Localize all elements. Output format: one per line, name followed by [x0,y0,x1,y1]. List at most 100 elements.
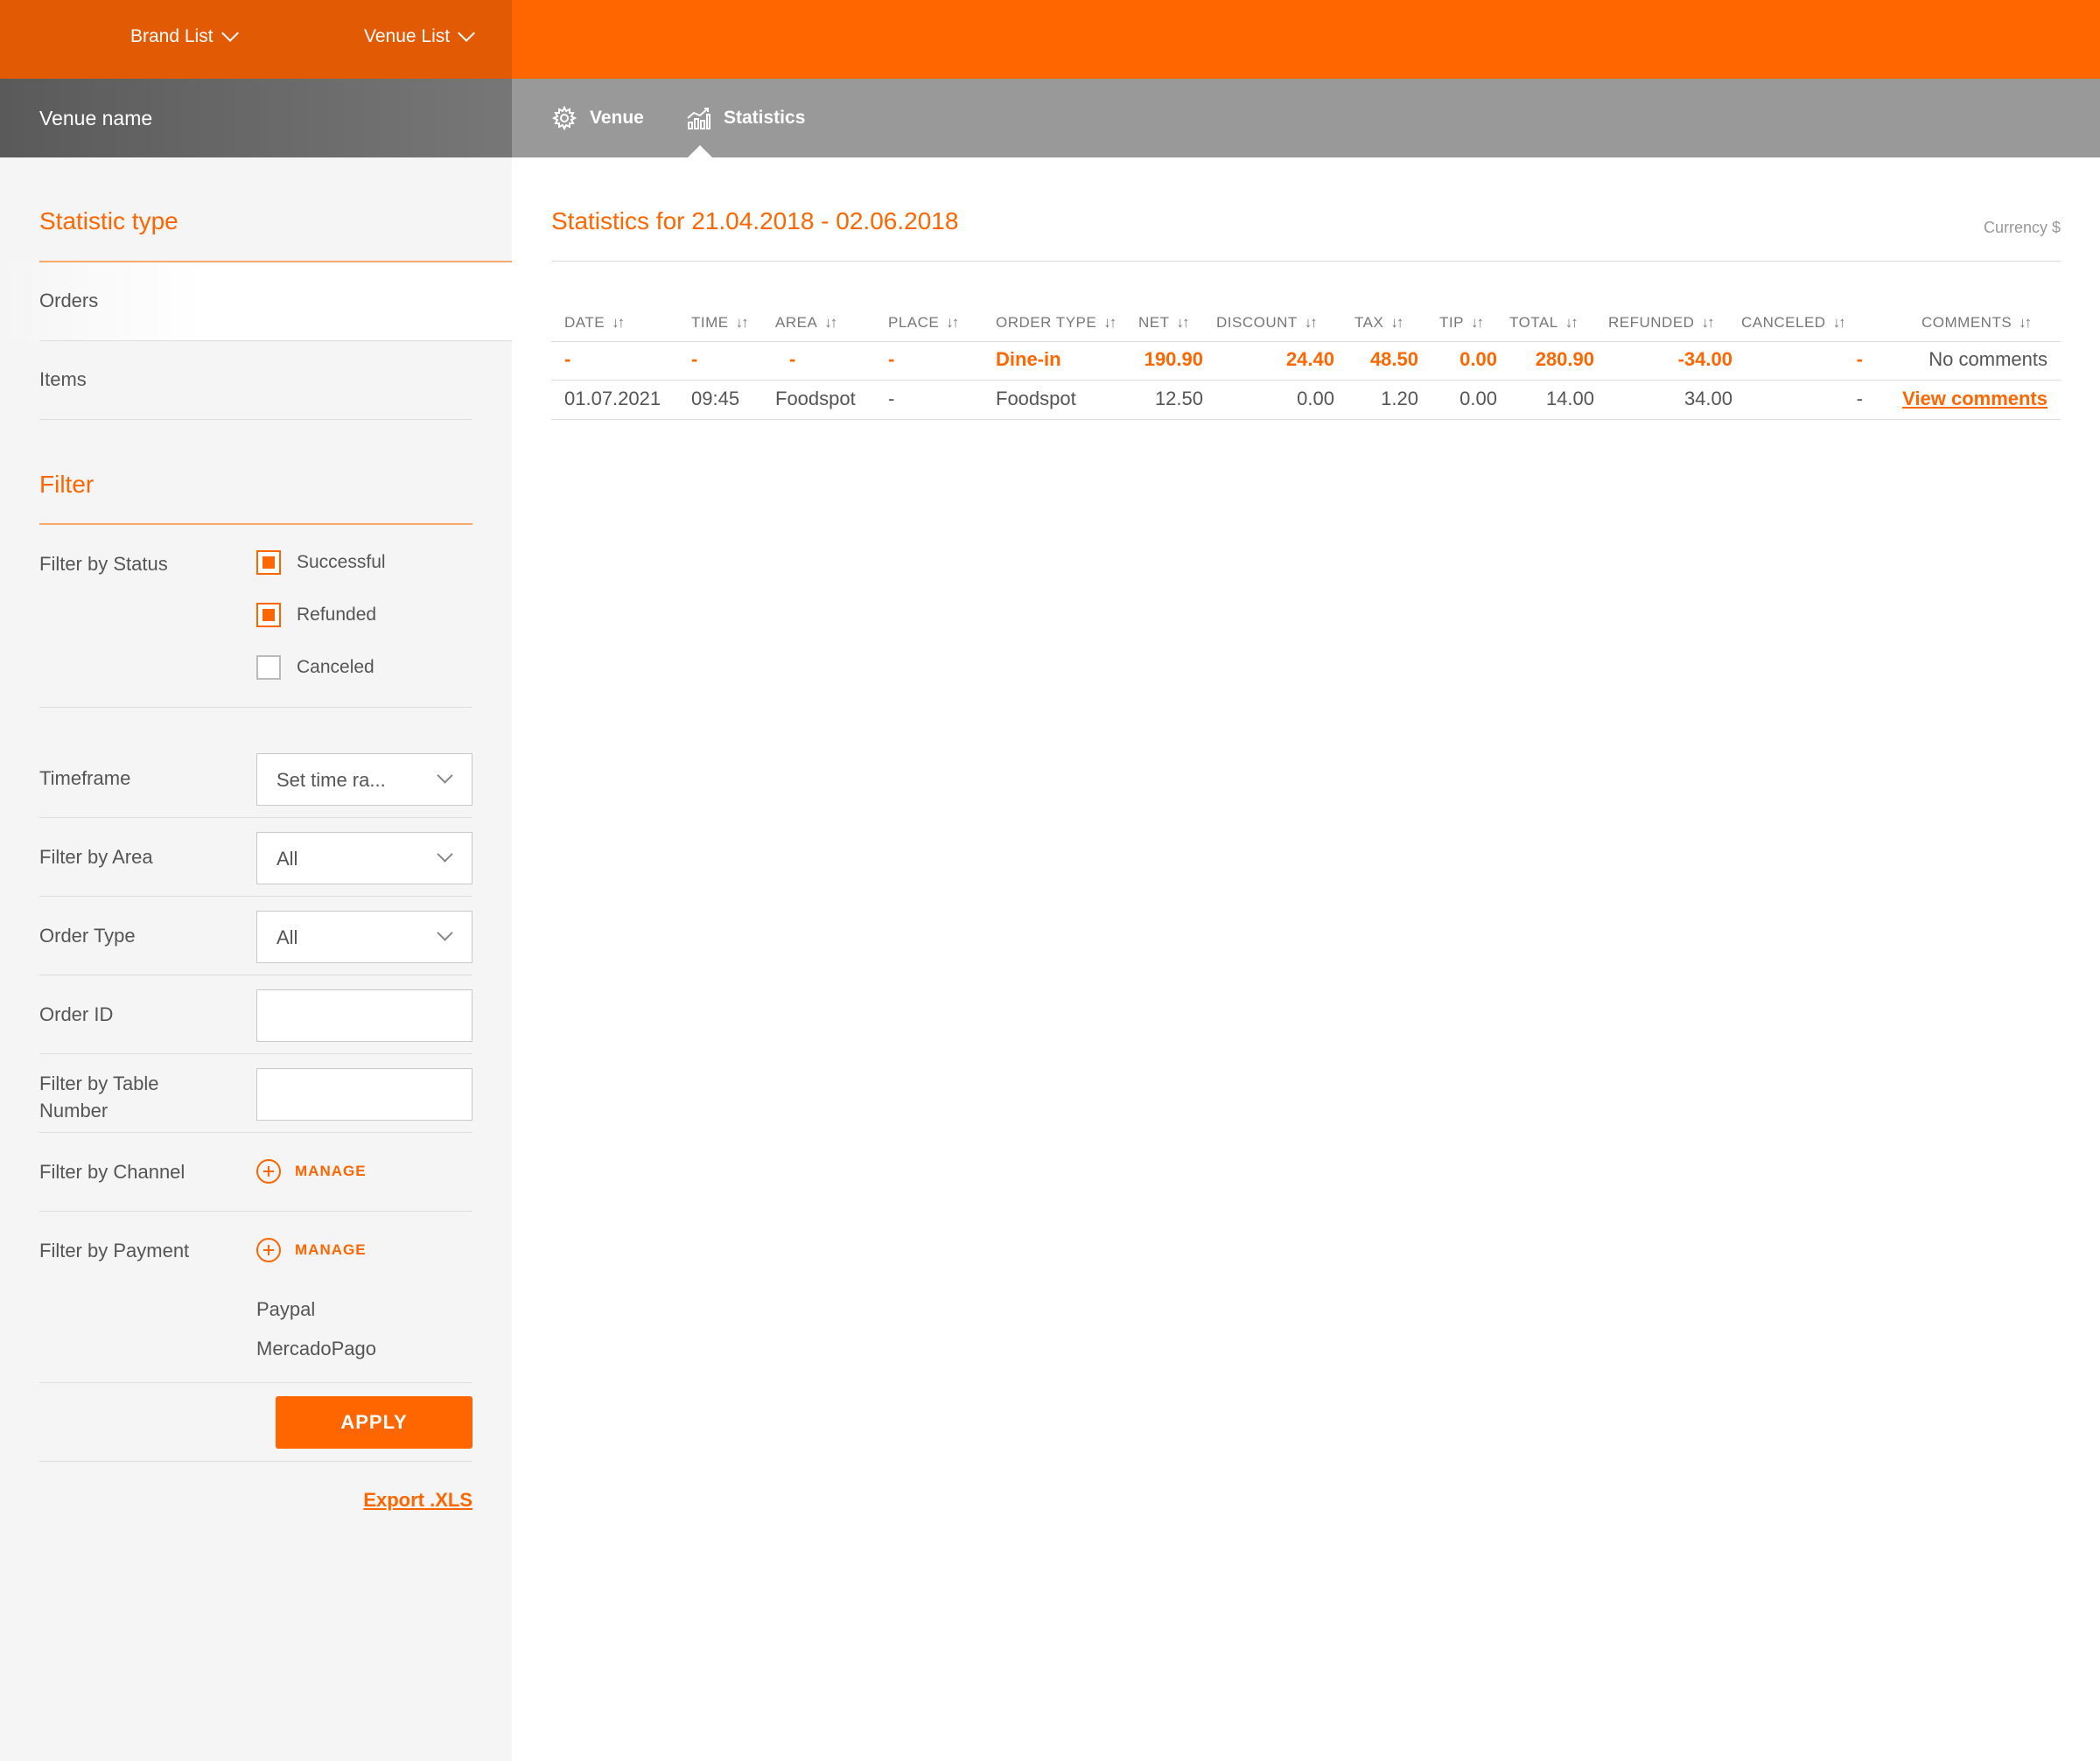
chevron-down-icon [437,846,453,863]
column-header-label: REFUNDED [1608,314,1695,331]
venue-bar: Venue name [0,79,512,157]
active-tab-pointer [688,145,712,157]
timeframe-select[interactable]: Set time ra... [256,753,472,806]
divider [39,817,472,818]
column-header-order-type[interactable]: ORDER TYPE ↓↑ [996,314,1116,332]
column-header-total[interactable]: TOTAL ↓↑ [1509,314,1578,332]
sidebar: Statistic type Orders Items Filter Filte… [0,157,512,1761]
status-refunded-checkbox[interactable]: Refunded [256,603,376,627]
column-header-date[interactable]: DATE ↓↑ [564,314,625,332]
cell-date: - [564,348,571,370]
cell-tax: 1.20 [1381,388,1418,409]
divider [551,380,2061,381]
status-successful-checkbox[interactable]: Successful [256,550,386,575]
column-header-place[interactable]: PLACE ↓↑ [888,314,959,332]
column-header-refunded[interactable]: REFUNDED ↓↑ [1608,314,1714,332]
channel-filter-label: Filter by Channel [39,1161,186,1183]
cell-net: 190.90 [1144,348,1203,370]
tab-bar: Venue Statistics [512,79,2100,157]
column-header-label: PLACE [888,314,940,331]
divider [39,707,472,708]
column-header-canceled[interactable]: CANCELED ↓↑ [1741,314,1846,332]
divider [39,1382,472,1383]
column-header-label: NET [1138,314,1170,331]
status-refunded-label: Refunded [297,604,377,625]
page-title: Statistics for 21.04.2018 - 02.06.2018 [551,207,959,234]
timeframe-label: Timeframe [39,767,131,789]
sort-icon: ↓↑ [2019,314,2032,331]
cell-time: 09:45 [691,388,740,409]
cell-discount: 0.00 [1297,388,1334,409]
plus-circle-icon [256,1159,281,1184]
sort-icon: ↓↑ [612,314,625,331]
venue-name: Venue name [39,107,153,129]
column-header-tip[interactable]: TIP ↓↑ [1439,314,1484,332]
cell-refunded: -34.00 [1677,348,1732,370]
order-type-select[interactable]: All [256,911,472,963]
payment-manage-label: MANAGE [295,1241,367,1258]
column-header-label: AREA [775,314,818,331]
timeframe-value: Set time ra... [276,769,386,791]
payment-item: Paypal [256,1298,316,1320]
sort-icon: ↓↑ [1564,314,1578,331]
column-header-discount[interactable]: DISCOUNT ↓↑ [1216,314,1318,332]
tab-statistics-label: Statistics [724,108,806,128]
cell-tip: 0.00 [1460,388,1497,409]
column-header-label: TIME [691,314,729,331]
status-successful-label: Successful [297,552,386,572]
filter-status-label: Filter by Status [39,553,168,575]
brand-list-dropdown[interactable]: Brand List [130,24,239,47]
column-header-label: TAX [1354,314,1384,331]
checkbox-unchecked-icon [256,655,281,680]
column-header-comments[interactable]: COMMENTS ↓↑ [1922,314,2032,332]
cell-total: 14.00 [1545,388,1594,409]
cell-canceled: - [1856,388,1863,409]
view-comments-link[interactable]: View comments [1902,388,2048,410]
order-id-input[interactable] [256,989,472,1042]
cell-total: 280.90 [1535,348,1594,370]
sort-icon: ↓↑ [1304,314,1318,331]
sort-icon: ↓↑ [1390,314,1404,331]
statistic-type-title: Statistic type [39,207,178,234]
sort-icon: ↓↑ [735,314,749,331]
cell-net: 12.50 [1154,388,1203,409]
divider [551,261,2061,262]
cell-canceled: - [1856,348,1863,370]
column-header-label: CANCELED [1741,314,1826,331]
column-header-label: ORDER TYPE [996,314,1097,331]
table-number-label: Filter by Table Number [39,1073,159,1122]
venue-list-label: Venue List [364,26,451,46]
sort-icon: ↓↑ [1832,314,1846,331]
gear-icon [551,105,578,131]
status-canceled-checkbox[interactable]: Canceled [256,655,374,680]
statistic-type-orders[interactable]: Orders [39,290,98,312]
area-select[interactable]: All [256,832,472,884]
sort-icon: ↓↑ [1470,314,1484,331]
cell-place: - [888,388,895,409]
channel-manage-button[interactable]: MANAGE [256,1159,367,1184]
sort-icon: ↓↑ [1103,314,1116,331]
column-header-tax[interactable]: TAX ↓↑ [1354,314,1404,332]
column-header-area[interactable]: AREA ↓↑ [775,314,837,332]
status-canceled-label: Canceled [297,657,374,677]
order-id-label: Order ID [39,1003,114,1025]
table-number-input[interactable] [256,1068,472,1121]
payment-manage-button[interactable]: MANAGE [256,1238,367,1262]
export-xls-link[interactable]: Export .XLS [363,1489,472,1512]
divider [39,1132,472,1133]
plus-circle-icon [256,1238,281,1262]
statistic-type-items[interactable]: Items [39,368,87,391]
column-header-time[interactable]: TIME ↓↑ [691,314,749,332]
sort-icon: ↓↑ [1701,314,1714,331]
divider [39,1053,472,1054]
tab-venue[interactable]: Venue [551,105,644,131]
venue-list-dropdown[interactable]: Venue List [364,24,475,47]
currency-label: Currency $ [1983,219,2061,236]
column-header-net[interactable]: NET ↓↑ [1138,314,1190,332]
column-header-label: TOTAL [1509,314,1558,331]
payment-filter-label: Filter by Payment [39,1240,190,1261]
column-header-label: DISCOUNT [1216,314,1298,331]
apply-button[interactable]: APPLY [276,1396,472,1449]
tab-statistics[interactable]: Statistics [685,105,805,131]
cell-refunded: 34.00 [1684,388,1732,409]
